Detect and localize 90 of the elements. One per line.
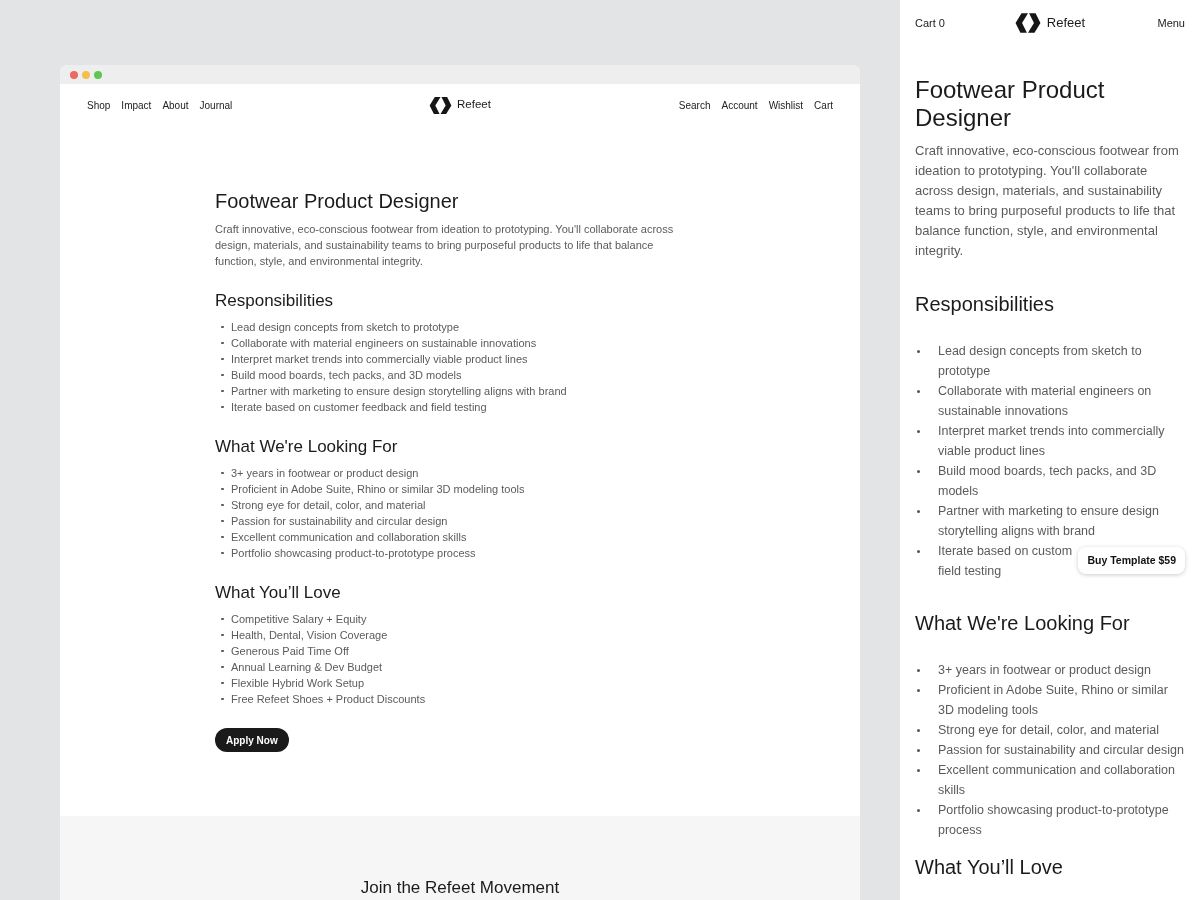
list-item: Free Refeet Shoes + Product Discounts bbox=[231, 692, 426, 707]
cart-link[interactable]: Cart 0 bbox=[915, 14, 1005, 32]
apply-now-button[interactable]: Apply Now bbox=[215, 728, 289, 752]
list-item: Portfolio showcasing product-to-prototype process bbox=[231, 546, 476, 561]
list-item: Excellent communication and collaboration skills bbox=[231, 530, 467, 545]
bullet-icon bbox=[221, 357, 224, 361]
menu-button[interactable]: Menu bbox=[1157, 14, 1185, 32]
nav-link[interactable]: Wishlist bbox=[768, 97, 804, 113]
list-item: 3+ years in footwear or product design bbox=[231, 466, 419, 481]
buy-template-button[interactable]: Buy Template $59 bbox=[1078, 547, 1185, 574]
list-item: Proficient in Adobe Suite, Rhino or similar 3D modeling tools bbox=[231, 482, 525, 497]
bullet-icon bbox=[917, 509, 920, 513]
bullet-icon bbox=[221, 503, 224, 507]
bullet-icon bbox=[221, 471, 224, 475]
section-heading: Responsibilities bbox=[215, 290, 335, 312]
list-item: Partner with marketing to ensure design storytelling aligns with brand bbox=[938, 503, 1160, 540]
nav-link[interactable]: About bbox=[162, 97, 189, 113]
nav-link[interactable]: Journal bbox=[199, 97, 233, 113]
list-item: Excellent communication and collaboration skills bbox=[938, 762, 1176, 799]
bullet-icon bbox=[221, 697, 224, 701]
list-item: Lead design concepts from sketch to prototype bbox=[231, 320, 460, 335]
job-title: Footwear Product Designer bbox=[915, 76, 1106, 132]
bullet-icon bbox=[221, 665, 224, 669]
bullet-icon bbox=[221, 389, 224, 393]
bullet-icon bbox=[917, 728, 920, 732]
bullet-icon bbox=[221, 325, 224, 329]
logo-icon[interactable] bbox=[1014, 13, 1041, 33]
logo-icon[interactable] bbox=[429, 96, 453, 114]
list-item: Proficient in Adobe Suite, Rhino or similar 3D modeling tools bbox=[938, 682, 1169, 719]
list-item: Partner with marketing to ensure design storytelling aligns with brand bbox=[231, 384, 567, 399]
list-item: Annual Learning & Dev Budget bbox=[231, 660, 383, 675]
bullet-icon bbox=[221, 633, 224, 637]
job-title: Footwear Product Designer bbox=[215, 189, 460, 214]
bullet-icon bbox=[221, 519, 224, 523]
window-control-icon[interactable] bbox=[94, 70, 102, 79]
nav-link[interactable]: Cart bbox=[814, 97, 833, 113]
bullet-icon bbox=[917, 389, 920, 393]
intro-paragraph: Craft innovative, eco-conscious footwear from ideation to prototyping. You'll collaborate across design, materials, and sustainability teams to bring purposeful products to life that balance function, style, and environmental integrity. bbox=[215, 222, 675, 269]
brand-name[interactable]: Refeet bbox=[1046, 13, 1086, 33]
list-item: Competitive Salary + Equity bbox=[231, 612, 367, 627]
footer-heading: Join the Refeet Movement bbox=[360, 878, 560, 898]
nav-link[interactable]: Impact bbox=[121, 97, 152, 113]
bullet-icon bbox=[917, 429, 920, 433]
section-heading: What You’ll Love bbox=[915, 855, 1064, 880]
bullet-icon bbox=[221, 535, 224, 539]
list-item: Iterate based on custom field testing bbox=[938, 543, 1073, 580]
section-heading: Responsibilities bbox=[915, 292, 1055, 317]
list-item: Iterate based on customer feedback and field testing bbox=[231, 400, 487, 415]
list-item: Passion for sustainability and circular design bbox=[938, 742, 1184, 759]
bullet-icon bbox=[221, 649, 224, 653]
list-item: Strong eye for detail, color, and material bbox=[938, 722, 1159, 739]
list-item: Flexible Hybrid Work Setup bbox=[231, 676, 365, 691]
bullet-icon bbox=[917, 668, 920, 672]
bullet-icon bbox=[221, 373, 224, 377]
list-item: Build mood boards, tech packs, and 3D models bbox=[938, 463, 1158, 500]
list-item: Passion for sustainability and circular design bbox=[231, 514, 448, 529]
bullet-icon bbox=[917, 768, 920, 772]
list-item: Lead design concepts from sketch to prototype bbox=[938, 343, 1143, 380]
bullet-icon bbox=[917, 469, 920, 473]
bullet-icon bbox=[221, 617, 224, 621]
window-control-icon[interactable] bbox=[70, 70, 78, 79]
list-item: Build mood boards, tech packs, and 3D models bbox=[231, 368, 462, 383]
list-item: Interpret market trends into commercially viable product lines bbox=[938, 423, 1166, 460]
bullet-icon bbox=[221, 405, 224, 409]
bullet-icon bbox=[917, 748, 920, 752]
list-item: Collaborate with material engineers on sustainable innovations bbox=[231, 336, 537, 351]
bullet-icon bbox=[221, 681, 224, 685]
bullet-icon bbox=[917, 688, 920, 692]
bullet-icon bbox=[221, 551, 224, 555]
bullet-icon bbox=[221, 341, 224, 345]
bullet-icon bbox=[917, 808, 920, 812]
list-item: Portfolio showcasing product-to-prototype process bbox=[938, 802, 1170, 839]
nav-link[interactable]: Shop bbox=[87, 97, 111, 113]
nav-link[interactable]: Search bbox=[678, 97, 711, 113]
nav-link[interactable]: Account bbox=[721, 97, 758, 113]
bullet-icon bbox=[917, 549, 920, 553]
brand-name[interactable]: Refeet bbox=[457, 96, 491, 114]
section-heading: What We're Looking For bbox=[915, 611, 1131, 636]
bullet-icon bbox=[917, 349, 920, 353]
bullet-icon bbox=[221, 487, 224, 491]
list-item: Interpret market trends into commercially viable product lines bbox=[231, 352, 528, 367]
intro-paragraph: Craft innovative, eco-conscious footwear from ideation to prototyping. You'll collaborate across design, materials, and sustainability teams to bring purposeful products to life that balance function, style, and environmental integrity. bbox=[915, 142, 1180, 260]
list-item: Strong eye for detail, color, and material bbox=[231, 498, 426, 513]
list-item: Generous Paid Time Off bbox=[231, 644, 349, 659]
section-heading: What You’ll Love bbox=[215, 582, 342, 604]
section-heading: What We're Looking For bbox=[215, 436, 399, 458]
list-item: Collaborate with material engineers on sustainable innovations bbox=[938, 383, 1153, 420]
window-control-icon[interactable] bbox=[82, 70, 90, 79]
list-item: Health, Dental, Vision Coverage bbox=[231, 628, 388, 643]
list-item: 3+ years in footwear or product design bbox=[938, 662, 1151, 679]
